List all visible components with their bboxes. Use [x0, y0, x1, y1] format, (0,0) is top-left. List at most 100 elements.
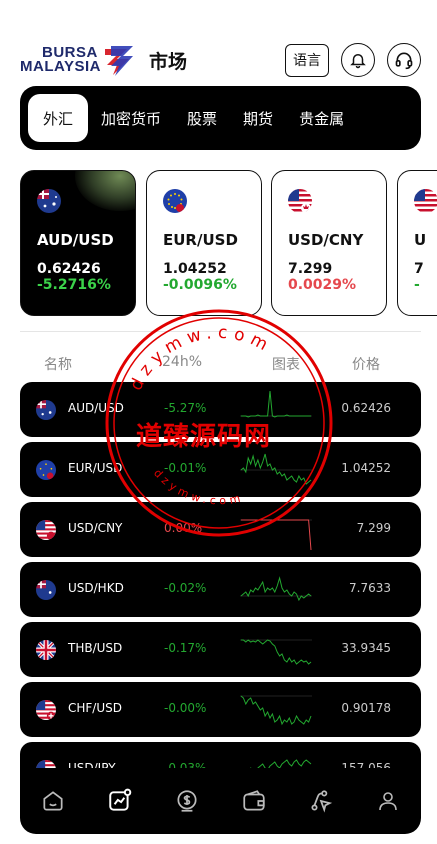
market-chart-icon — [109, 788, 132, 811]
column-headers: 名称 24h% 图表 价格 — [20, 354, 421, 374]
nav-market[interactable] — [100, 781, 140, 821]
user-icon — [378, 792, 397, 811]
sparkline — [240, 390, 312, 418]
row-pair: CHF/USD — [68, 701, 122, 715]
sparkline — [240, 519, 312, 551]
featured-card[interactable]: USD/CNY 7.299 0.0029% — [271, 170, 387, 316]
row-pair: USD/CNY — [68, 521, 123, 535]
col-change: 24h% — [162, 354, 202, 370]
headset-icon — [395, 52, 413, 70]
sparkline-path — [240, 695, 312, 726]
card-price: 7 — [414, 261, 424, 277]
header-actions: 语言 — [285, 43, 421, 77]
sparkline — [240, 695, 312, 726]
nav-earn[interactable] — [167, 781, 207, 821]
card-change: 0.0029% — [288, 277, 357, 293]
table-row[interactable]: CHF/USD -0.00% 0.90178 — [20, 682, 421, 737]
logo-mark-icon — [104, 46, 133, 76]
row-price: 1.04252 — [341, 461, 391, 475]
bursa-logo: BURSA MALAYSIA — [20, 43, 135, 77]
au-flag-icon — [37, 189, 61, 213]
support-button[interactable] — [387, 43, 421, 77]
sparkline-path — [240, 576, 312, 602]
nav-wallet[interactable] — [234, 781, 274, 821]
row-price: 7.7633 — [349, 581, 391, 595]
coin-icon — [177, 790, 197, 812]
bottom-nav — [20, 768, 421, 834]
row-change: 0.00% — [164, 521, 203, 535]
featured-cards: AUD/USD 0.62426 -5.2716% EUR/USD 1.04252… — [20, 170, 437, 320]
table-row[interactable]: USD/HKD -0.02% 7.7633 — [20, 562, 421, 617]
card-change: -0.0096% — [163, 277, 237, 293]
featured-card[interactable]: EUR/USD 1.04252 -0.0096% — [146, 170, 262, 316]
card-price: 7.299 — [288, 261, 333, 277]
card-pair: EUR/USD — [163, 231, 238, 249]
row-price: 0.62426 — [341, 401, 391, 415]
featured-card[interactable]: U 7 - — [397, 170, 437, 316]
sparkline-path — [241, 519, 312, 551]
row-price: 7.299 — [356, 521, 391, 535]
row-change: -0.00% — [164, 701, 207, 715]
nav-trade[interactable] — [301, 781, 341, 821]
card-price: 0.62426 — [37, 261, 101, 277]
sparkline-path — [241, 390, 311, 418]
tab-precious-metals[interactable]: 贵金属 — [286, 94, 357, 142]
wallet-icon — [243, 790, 265, 811]
home-icon — [43, 791, 63, 811]
card-pair: U — [414, 231, 427, 249]
au-flag-icon — [36, 400, 56, 420]
category-tabs: 外汇 加密货币 股票 期货 贵金属 — [20, 86, 421, 150]
tab-forex[interactable]: 外汇 — [28, 94, 89, 142]
col-name: 名称 — [44, 357, 72, 373]
tab-futures[interactable]: 期货 — [230, 94, 286, 142]
page-title: 市场 — [148, 50, 187, 73]
uk-flag-icon — [36, 640, 56, 660]
card-pair: USD/CNY — [288, 231, 364, 249]
nav-home[interactable] — [33, 781, 73, 821]
row-change: -5.27% — [164, 401, 207, 415]
row-pair: EUR/USD — [68, 461, 123, 475]
sparkline-path — [240, 453, 312, 485]
eu-flag-icon — [36, 460, 56, 480]
us-flag-icon — [36, 520, 56, 540]
row-change: -0.17% — [164, 641, 207, 655]
table-row[interactable]: AUD/USD -5.27% 0.62426 — [20, 382, 421, 437]
row-change: -0.01% — [164, 461, 207, 475]
sparkline — [240, 453, 312, 485]
header: BURSA MALAYSIA 市场 语言 — [20, 38, 421, 82]
card-change: - — [414, 277, 420, 293]
table-row[interactable]: THB/USD -0.17% 33.9345 — [20, 622, 421, 677]
row-pair: THB/USD — [68, 641, 123, 655]
au-flag-icon — [36, 580, 56, 600]
sparkline — [240, 639, 312, 665]
table-row[interactable]: EUR/USD -0.01% 1.04252 — [20, 442, 421, 497]
us-flag-icon — [36, 700, 56, 720]
row-price: 0.90178 — [341, 701, 391, 715]
row-price: 33.9345 — [341, 641, 391, 655]
us-flag-icon — [414, 189, 437, 213]
bell-icon — [350, 54, 366, 69]
sparkline — [240, 576, 312, 602]
eu-flag-icon — [163, 189, 187, 213]
language-button[interactable]: 语言 — [285, 43, 329, 77]
row-pair: USD/HKD — [68, 581, 124, 595]
nav-profile[interactable] — [368, 781, 408, 821]
row-pair: AUD/USD — [68, 401, 124, 415]
trade-icon — [311, 790, 332, 813]
card-change: -5.2716% — [37, 277, 111, 293]
card-pair: AUD/USD — [37, 231, 114, 249]
card-price: 1.04252 — [163, 261, 227, 277]
sparkline-path — [241, 639, 312, 665]
logo-line2: MALAYSIA — [20, 58, 101, 75]
tab-stocks[interactable]: 股票 — [174, 94, 230, 142]
row-change: -0.02% — [164, 581, 207, 595]
tab-crypto[interactable]: 加密货币 — [88, 94, 174, 142]
divider — [20, 331, 421, 332]
col-chart: 图表 — [272, 357, 300, 373]
featured-card[interactable]: AUD/USD 0.62426 -5.2716% — [20, 170, 136, 316]
us-flag-icon — [288, 189, 312, 213]
table-row[interactable]: USD/CNY 0.00% 7.299 — [20, 502, 421, 557]
col-price: 价格 — [352, 357, 380, 373]
notification-button[interactable] — [341, 43, 375, 77]
market-page: BURSA MALAYSIA 市场 语言 外汇 加密货币 股票 期货 贵金属 A… — [0, 0, 437, 844]
